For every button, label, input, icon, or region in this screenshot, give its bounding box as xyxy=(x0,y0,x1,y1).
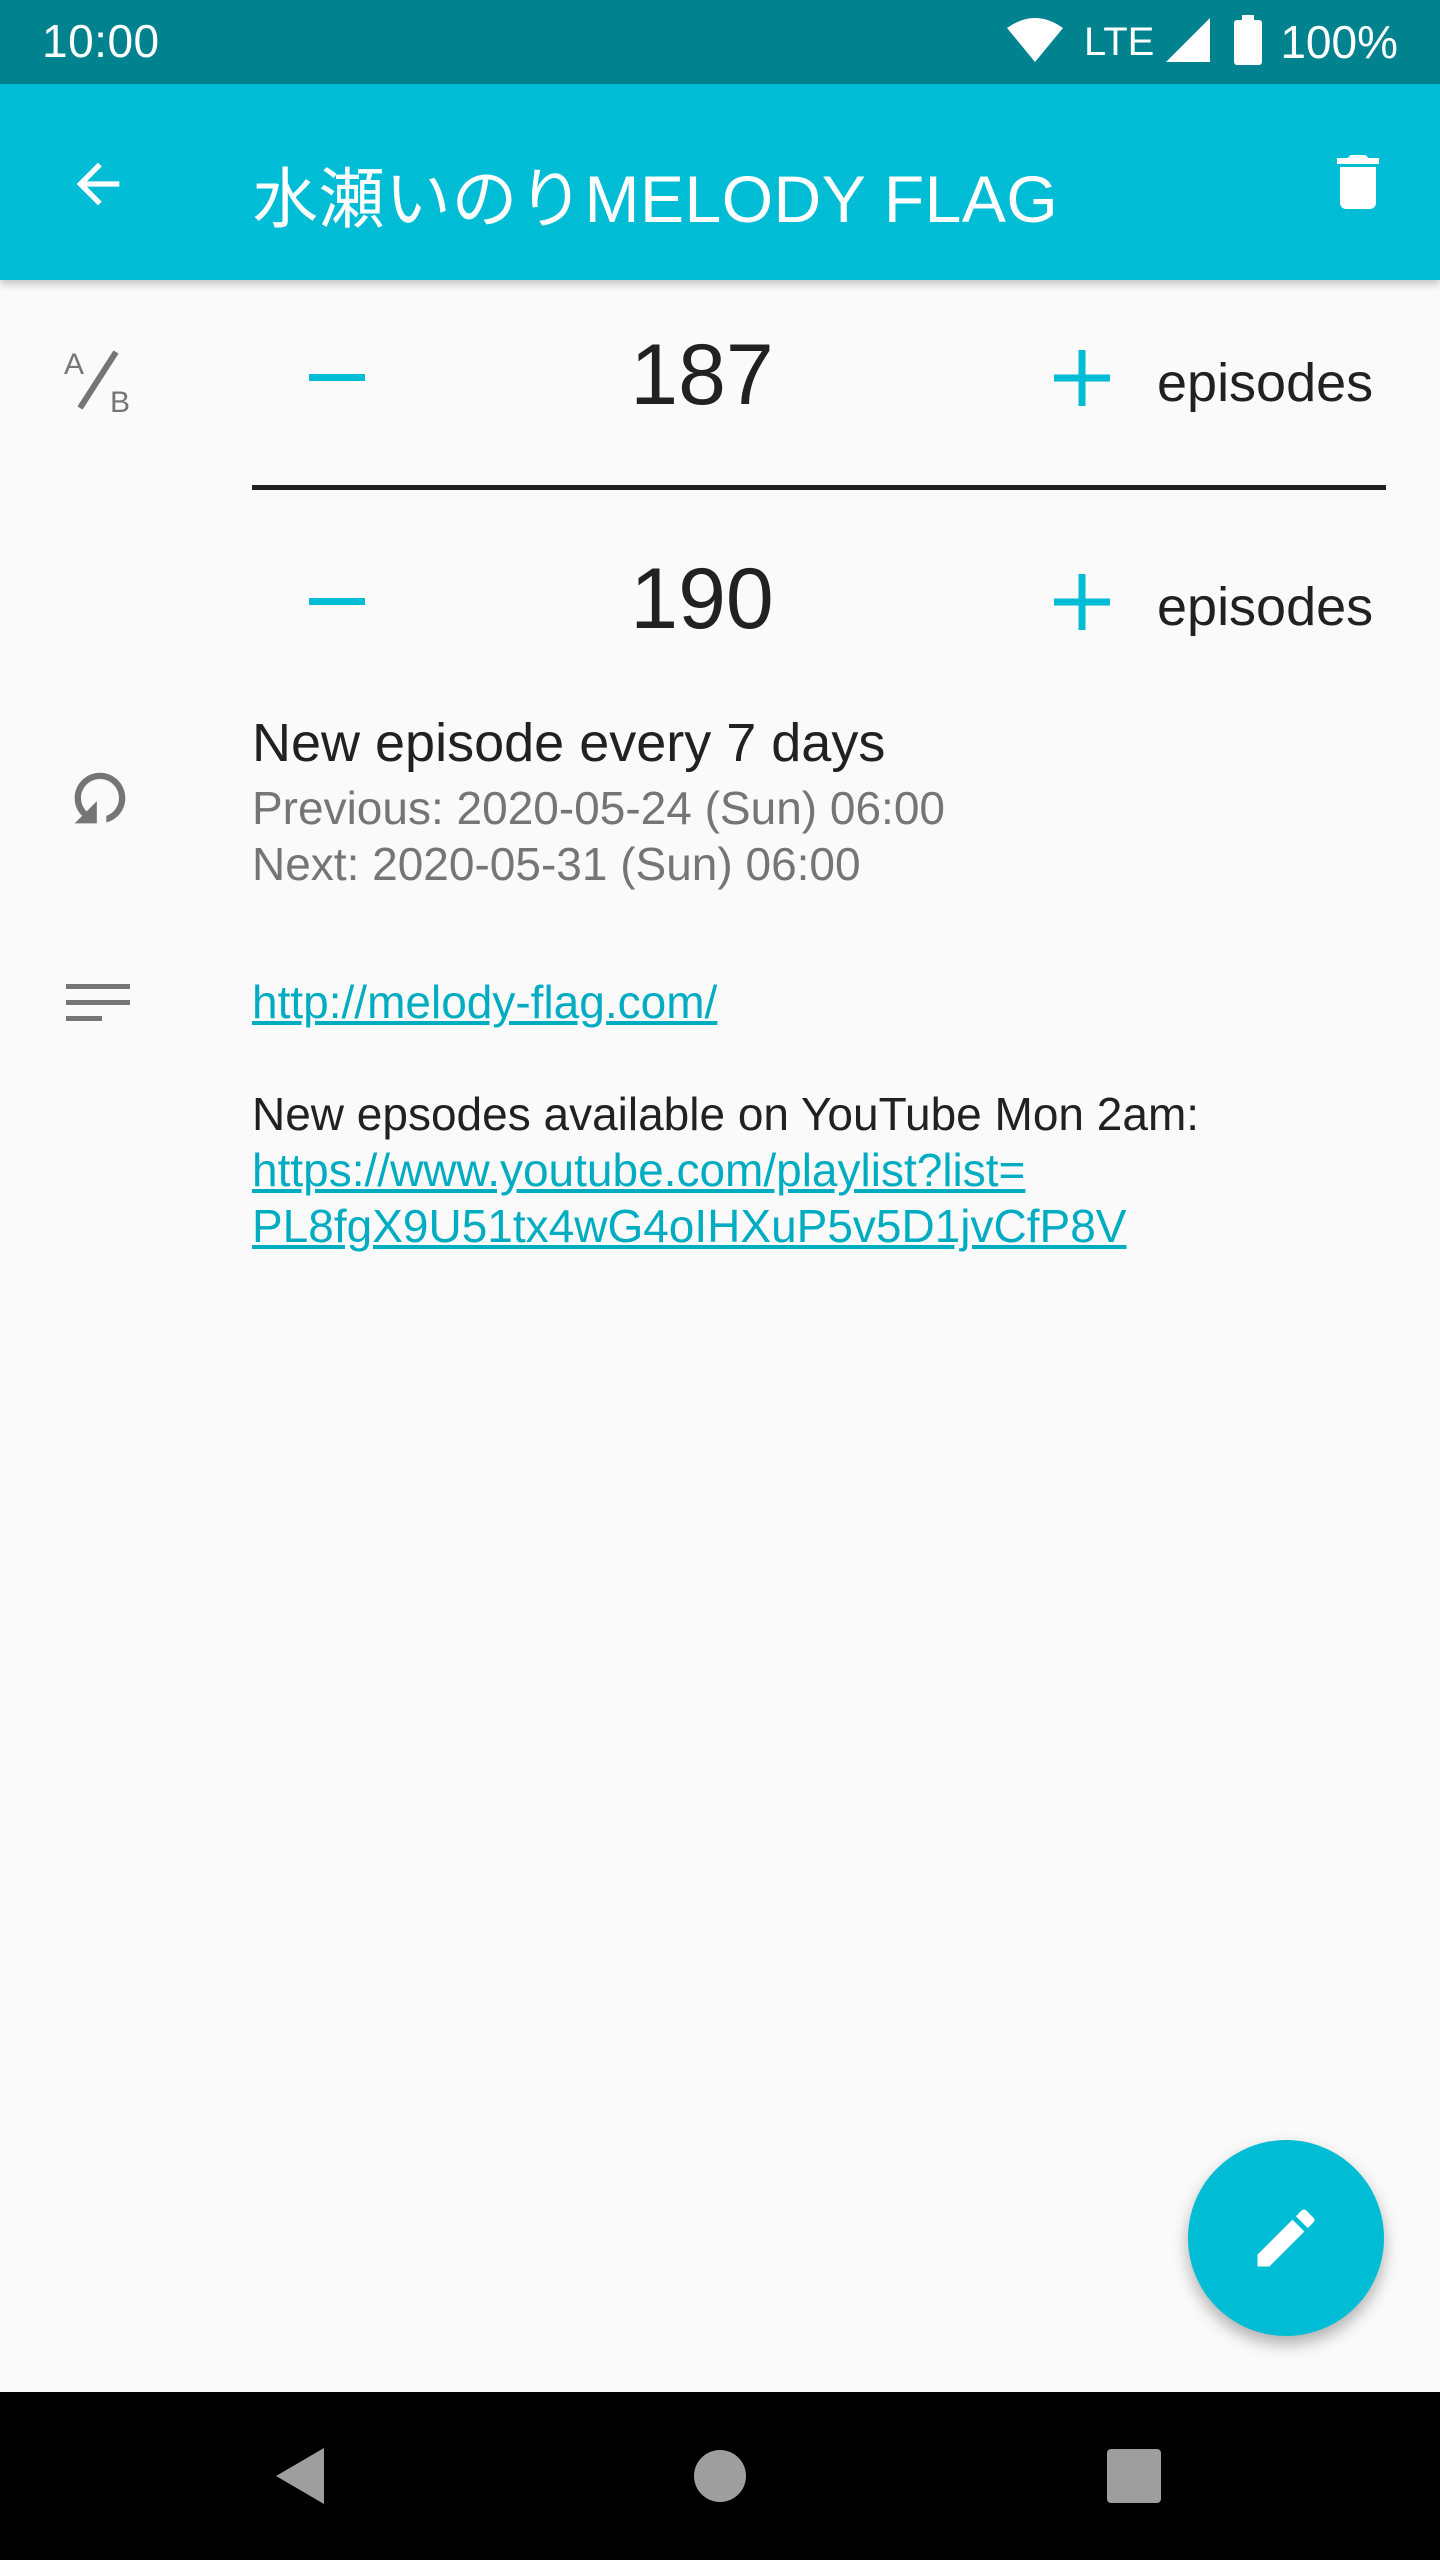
episode-counter-2: 190 episodes xyxy=(252,542,1386,662)
page-title: 水瀬いのりMELODY FLAG xyxy=(252,162,1059,236)
svg-text:B: B xyxy=(110,386,130,418)
increment-button[interactable] xyxy=(1037,338,1127,418)
delete-button[interactable] xyxy=(1318,142,1398,222)
schedule-previous: Previous: 2020-05-24 (Sun) 06:00 xyxy=(252,782,945,834)
schedule-info: New episode every 7 days Previous: 2020-… xyxy=(252,712,945,892)
notes-icon xyxy=(60,964,140,1044)
recents-square-icon xyxy=(1107,2449,1161,2503)
schedule-next: Next: 2020-05-31 (Sun) 06:00 xyxy=(252,838,861,890)
network-type: LTE xyxy=(1083,19,1155,64)
back-triangle-icon xyxy=(276,2448,324,2504)
edit-fab[interactable] xyxy=(1188,2140,1384,2336)
minus-icon xyxy=(309,598,365,605)
schedule-frequency: New episode every 7 days xyxy=(252,713,886,773)
nav-home-button[interactable] xyxy=(680,2436,760,2516)
ab-counter-icon: A B xyxy=(60,338,140,418)
counter-unit: episodes xyxy=(1157,577,1374,637)
counter-value[interactable]: 190 xyxy=(552,550,852,649)
nav-back-button[interactable] xyxy=(260,2436,340,2516)
episode-counter-1: 187 episodes xyxy=(252,318,1386,438)
fraction-divider xyxy=(252,485,1386,490)
status-bar: 10:00 LTE 100% xyxy=(0,0,1440,84)
wifi-icon xyxy=(1006,16,1064,69)
increment-button[interactable] xyxy=(1037,562,1127,642)
arrow-back-icon xyxy=(76,162,120,206)
plus-icon xyxy=(1054,574,1110,630)
nav-recents-button[interactable] xyxy=(1094,2436,1174,2516)
notes-text: New epsodes available on YouTube Mon 2am… xyxy=(252,1088,1200,1140)
counter-unit: episodes xyxy=(1157,353,1374,413)
signal-icon xyxy=(1164,16,1212,69)
website-link[interactable]: http://melody-flag.com/ xyxy=(252,976,717,1028)
status-time: 10:00 xyxy=(42,15,160,67)
minus-icon xyxy=(309,374,365,381)
pencil-icon xyxy=(1257,2209,1315,2267)
repeat-icon xyxy=(60,758,140,838)
trash-icon xyxy=(1337,155,1379,209)
system-nav-bar xyxy=(0,2392,1440,2560)
home-circle-icon xyxy=(694,2450,746,2502)
notes-section: http://melody-flag.com/ New epsodes avai… xyxy=(252,974,1412,1254)
youtube-link-line2[interactable]: PL8fgX9U51tx4wG4oIHXuP5v5D1jvCfP8V xyxy=(252,1200,1126,1252)
status-icons: LTE 100% xyxy=(1006,10,1398,74)
battery-percent: 100% xyxy=(1280,16,1398,68)
decrement-button[interactable] xyxy=(292,338,382,418)
decrement-button[interactable] xyxy=(292,562,382,642)
battery-icon xyxy=(1234,14,1263,70)
app-bar: 水瀬いのりMELODY FLAG xyxy=(0,84,1440,280)
youtube-link-line1[interactable]: https://www.youtube.com/playlist?list= xyxy=(252,1144,1025,1196)
counter-value[interactable]: 187 xyxy=(552,326,852,425)
back-button[interactable] xyxy=(58,144,138,224)
svg-text:A: A xyxy=(64,348,84,381)
plus-icon xyxy=(1054,350,1110,406)
